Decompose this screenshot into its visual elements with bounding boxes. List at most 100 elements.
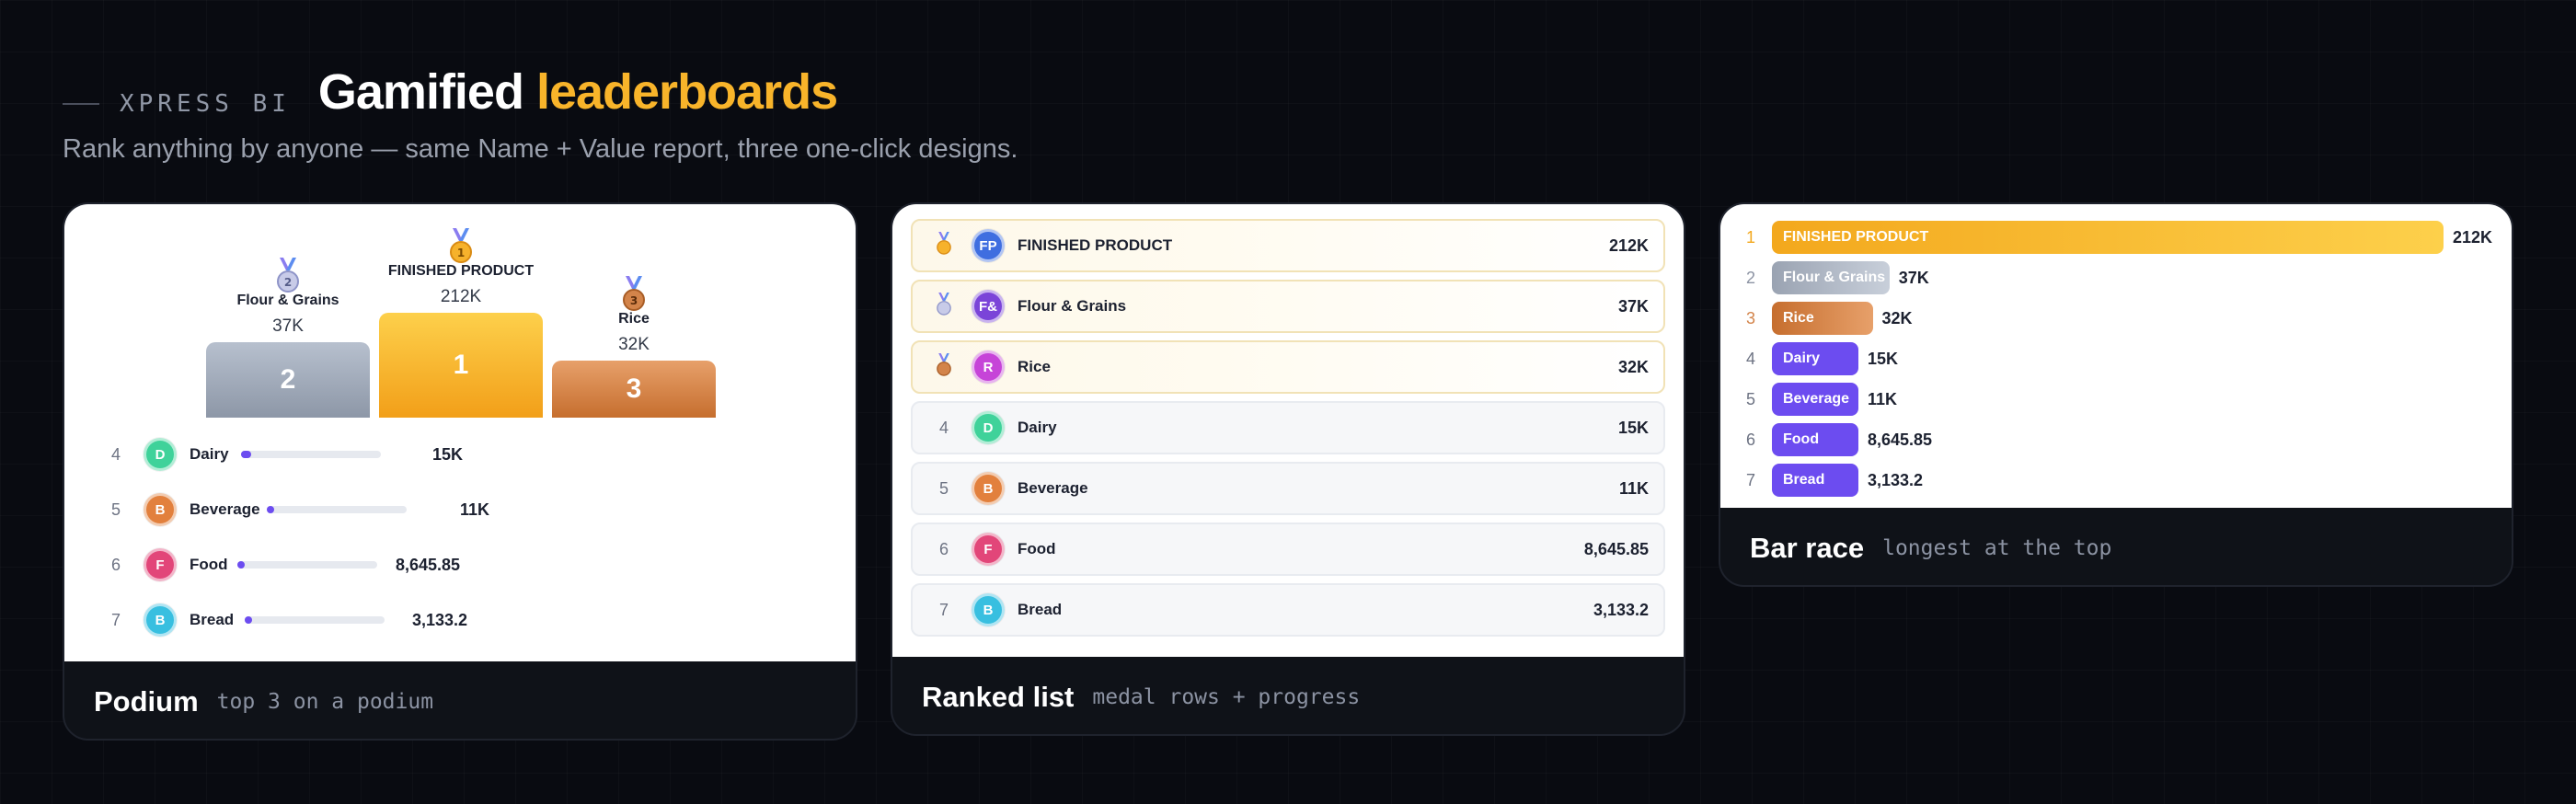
bar: Bread <box>1772 464 1858 497</box>
podium-3rd-rank: 3 <box>626 373 642 404</box>
podium-2nd-block: 2 <box>206 342 370 418</box>
ranked-list-row: R Rice 32K <box>911 340 1665 394</box>
bar-label: FINISHED PRODUCT <box>1783 229 1929 245</box>
ranked-list-card-footer: Ranked list medal rows + progress <box>892 657 1684 734</box>
item-name: Food <box>1018 540 1056 557</box>
rank-number: 6 <box>938 539 949 558</box>
rank-number: 7 <box>1745 470 1755 489</box>
bar-value: 15K <box>1868 349 1899 368</box>
silver-medal-icon <box>927 292 960 321</box>
bar-race-row: 2 Flour & Grains 37K <box>1739 258 2493 298</box>
rank-number: 4 <box>1745 349 1755 368</box>
podium-2nd-name: Flour & Grains <box>236 293 339 308</box>
rank-number: 5 <box>938 478 949 498</box>
podium-3rd-block: 3 <box>552 361 716 418</box>
podium-1st-name: FINISHED PRODUCT <box>387 263 535 279</box>
progress-fill <box>267 506 274 513</box>
progress-track <box>245 616 385 624</box>
item-name: Bread <box>1018 601 1063 618</box>
bar-race-row: 3 Rice 32K <box>1739 298 2493 339</box>
rank-number: 1 <box>1745 227 1755 247</box>
ranked-list-row: 7 B Bread 3,133.2 <box>911 583 1665 637</box>
page-title-part1: Gamified <box>317 64 524 120</box>
bar: Beverage <box>1772 383 1858 416</box>
bar-race-row: 4 Dairy 15K <box>1739 339 2493 379</box>
ranked-list-row: 4 D Dairy 15K <box>911 401 1665 454</box>
podium-list-item: 7 B Bread 3,133.2 <box>98 602 467 638</box>
progress-fill <box>245 616 252 624</box>
bar: Food <box>1772 423 1858 456</box>
progress-fill <box>237 561 245 569</box>
bar-label: Bread <box>1783 472 1825 488</box>
ranked-list-preview: FP FINISHED PRODUCT 212K F& Flour & Grains 37… <box>892 204 1684 657</box>
avatar: R <box>972 350 1005 384</box>
item-value: 212K <box>1608 235 1649 255</box>
page-title-part2: leaderboards <box>535 64 838 120</box>
gold-medal-icon <box>927 231 960 260</box>
podium-1st-block: 1 <box>379 313 543 418</box>
bar-race-row: 7 Bread 3,133.2 <box>1739 460 2493 500</box>
silver-medal-icon: 2 <box>274 258 302 294</box>
avatar: D <box>972 411 1005 444</box>
progress-track <box>241 451 381 458</box>
bar-race-preview: 1 FINISHED PRODUCT 212K 2 Flour & Grains 37K 3… <box>1720 204 2512 508</box>
item-value: 37K <box>1617 296 1649 316</box>
progress-track <box>237 561 377 569</box>
page-subtitle: Rank anything by anyone — same Name + Va… <box>63 134 1018 164</box>
avatar: F& <box>972 290 1005 323</box>
item-value: 11K <box>460 500 490 519</box>
item-name: Bread <box>190 611 235 628</box>
page-header: XPRESS BI Gamified leaderboards Rank any… <box>63 63 1018 165</box>
avatar: D <box>144 438 177 471</box>
card-subtitle: top 3 on a podium <box>216 690 434 714</box>
ranked-list-row: F& Flour & Grains 37K <box>911 280 1665 333</box>
item-name: Dairy <box>190 445 229 463</box>
item-value: 3,133.2 <box>412 610 468 629</box>
ranked-list-row: 5 B Beverage 11K <box>911 462 1665 515</box>
bar-race-card[interactable]: 1 FINISHED PRODUCT 212K 2 Flour & Grains 37K 3… <box>1719 202 2513 587</box>
podium-3rd-name: Rice <box>618 311 650 327</box>
bar: FINISHED PRODUCT <box>1772 221 2444 254</box>
brand-label: XPRESS BI <box>120 90 291 118</box>
bar-label: Flour & Grains <box>1783 270 1886 285</box>
bronze-medal-icon: 3 <box>620 276 648 313</box>
bar-value: 3,133.2 <box>1868 470 1924 489</box>
podium-preview: 2 Flour & Grains 37K 2 1 FINISHED PRODUC… <box>64 204 856 661</box>
rank-number: 4 <box>938 418 949 437</box>
item-value: 15K <box>432 444 464 464</box>
rank-number: 7 <box>938 600 949 619</box>
rank-number: 5 <box>1745 389 1755 408</box>
podium-1st-rank: 1 <box>453 350 469 380</box>
podium-2nd-rank: 2 <box>280 364 296 395</box>
bar-race-row: 6 Food 8,645.85 <box>1739 419 2493 460</box>
page-title: Gamified leaderboards <box>317 63 838 121</box>
rank-number: 6 <box>110 555 121 574</box>
avatar: F <box>972 533 1005 566</box>
brand-divider <box>63 103 99 105</box>
item-value: 11K <box>1618 478 1649 498</box>
item-value: 8,645.85 <box>396 555 461 574</box>
avatar: F <box>144 548 177 581</box>
ranked-list-card[interactable]: FP FINISHED PRODUCT 212K F& Flour & Grains 37… <box>891 202 1685 736</box>
card-title: Ranked list <box>922 681 1075 713</box>
item-name: Food <box>190 556 228 573</box>
avatar: B <box>144 493 177 526</box>
rank-number: 5 <box>110 500 121 519</box>
avatar: B <box>972 593 1005 626</box>
item-name: Rice <box>1018 358 1051 375</box>
podium-card[interactable]: 2 Flour & Grains 37K 2 1 FINISHED PRODUC… <box>63 202 857 741</box>
podium-2nd-label: Flour & Grains 37K <box>201 293 375 337</box>
podium-list-item: 5 B Beverage 11K <box>98 491 489 528</box>
ranked-list-row: FP FINISHED PRODUCT 212K <box>911 219 1665 272</box>
item-name: Flour & Grains <box>1018 297 1127 315</box>
rank-number: 3 <box>1745 308 1755 327</box>
progress-fill <box>241 451 251 458</box>
item-value: 32K <box>1617 357 1649 376</box>
item-value: 8,645.85 <box>1583 539 1649 558</box>
bronze-medal-icon <box>927 352 960 382</box>
rank-number: 7 <box>110 610 121 629</box>
avatar: B <box>144 603 177 637</box>
item-value: 3,133.2 <box>1593 600 1649 619</box>
podium-3rd-value: 32K <box>618 335 650 354</box>
gold-medal-icon: 1 <box>447 228 475 265</box>
